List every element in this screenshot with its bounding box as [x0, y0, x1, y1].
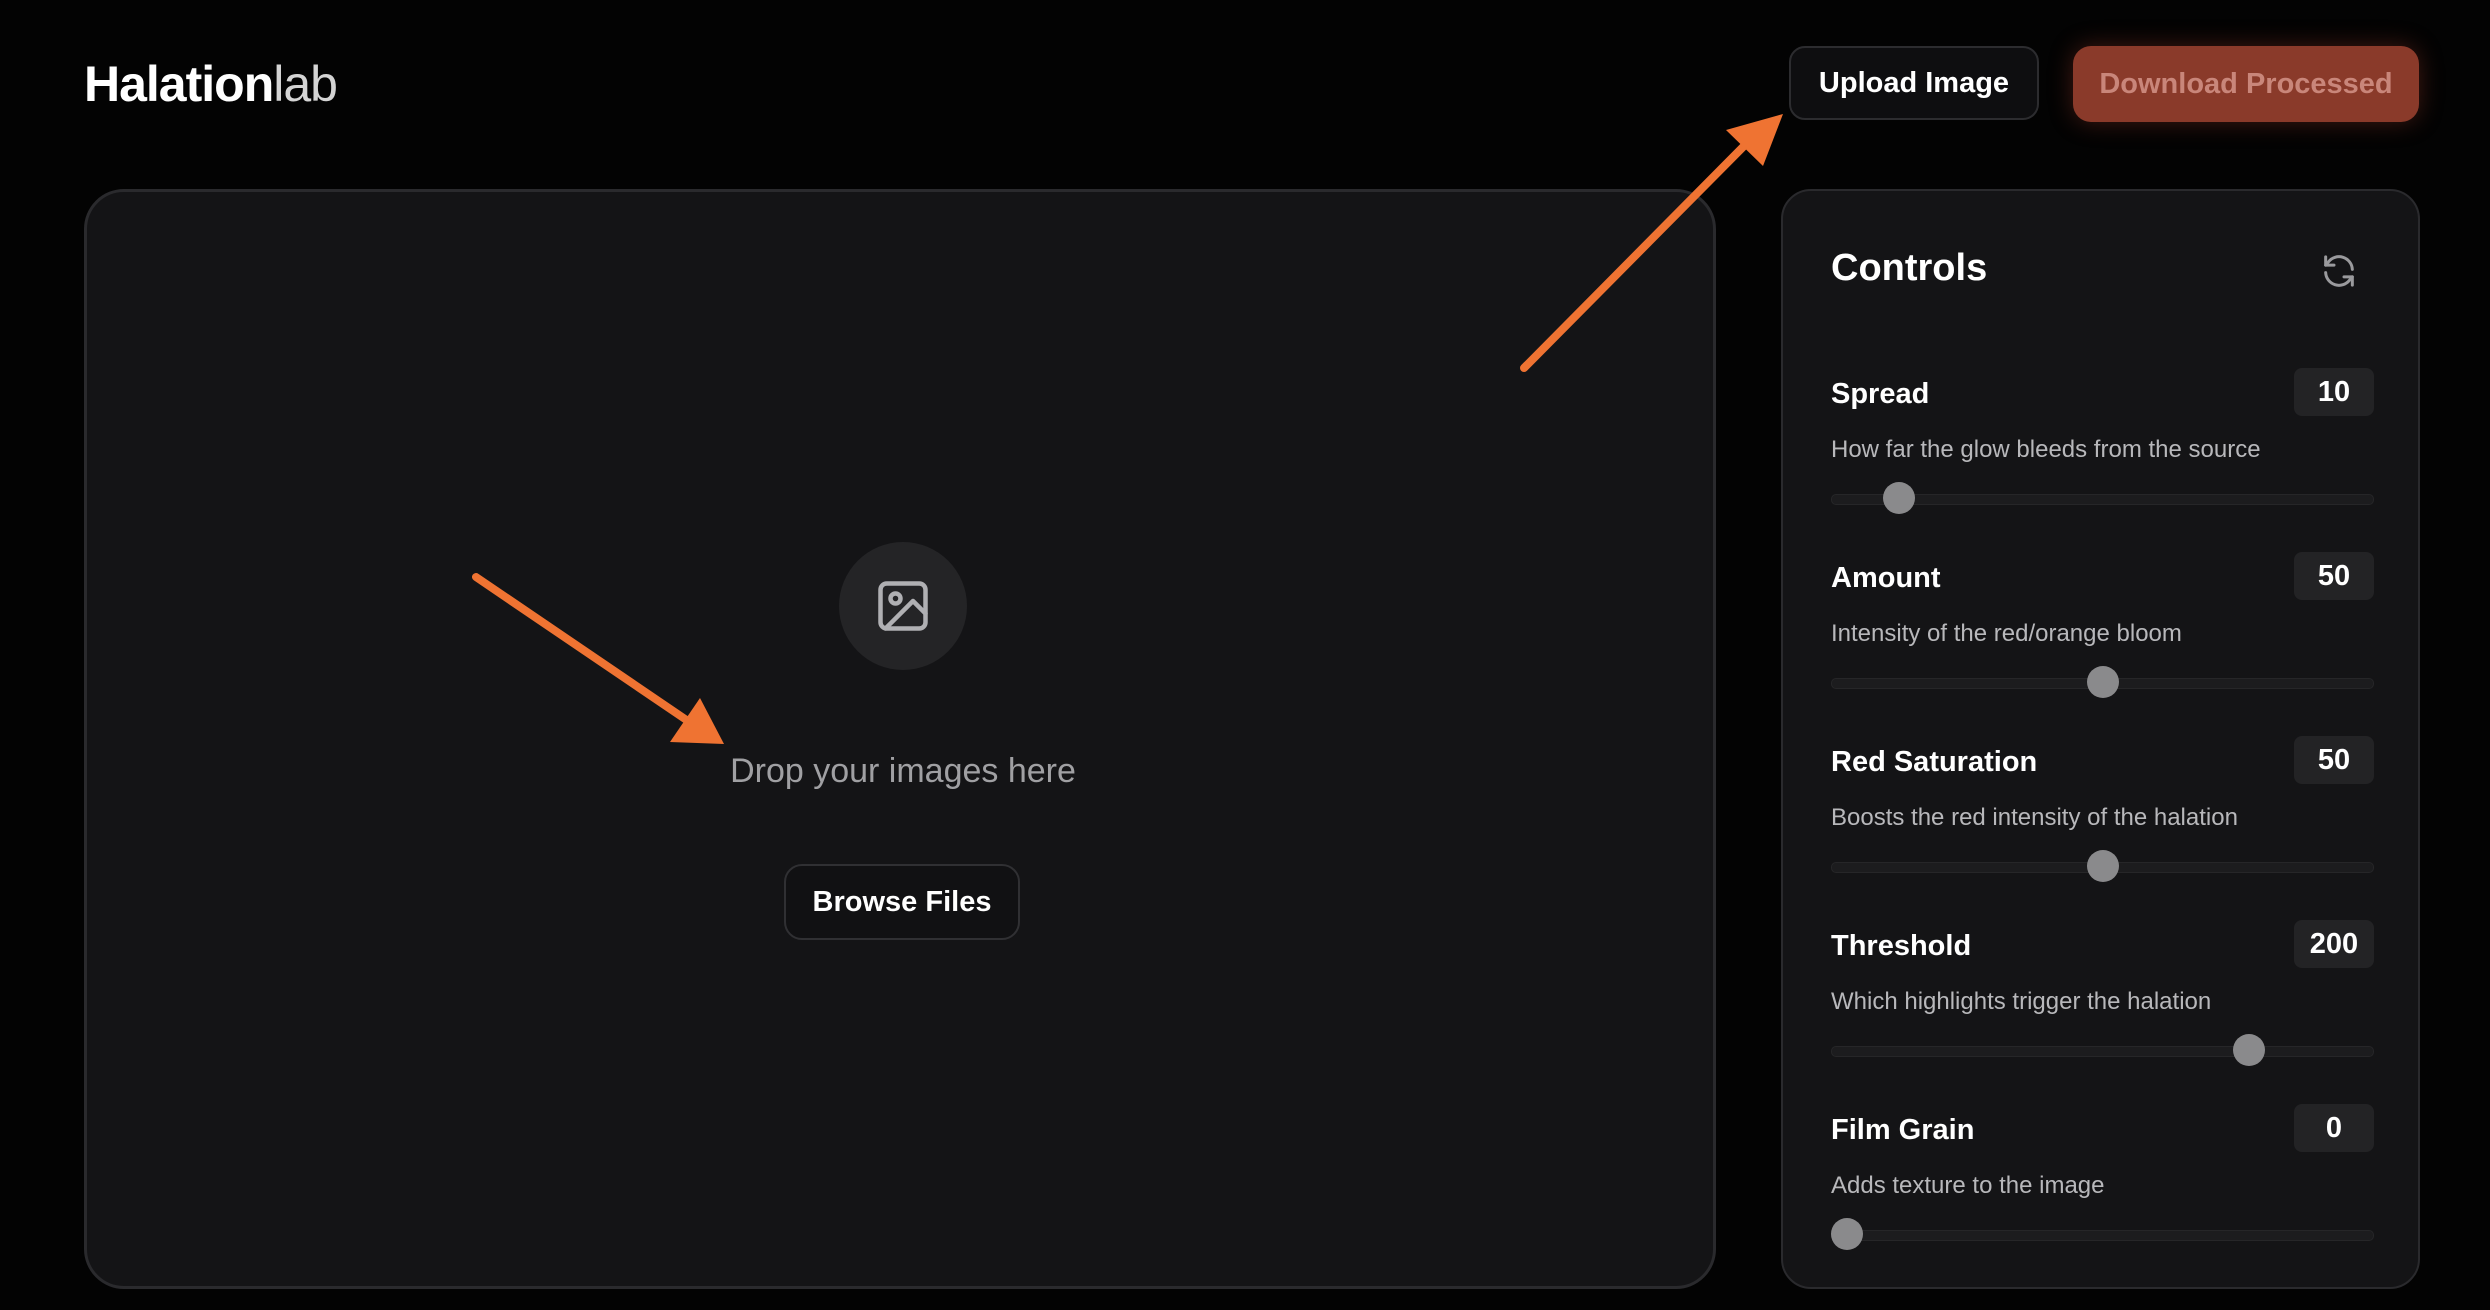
- app-root: Halationlab Upload Image Download Proces…: [0, 0, 2490, 1310]
- spread-slider[interactable]: [1831, 480, 2374, 516]
- control-value[interactable]: 200: [2294, 920, 2374, 968]
- control-description: How far the glow bleeds from the source: [1831, 436, 2261, 463]
- control-value[interactable]: 50: [2294, 552, 2374, 600]
- app-logo: Halationlab: [84, 54, 338, 114]
- control-value[interactable]: 50: [2294, 736, 2374, 784]
- control-amount: Amount 50 Intensity of the red/orange bl…: [1831, 552, 2374, 722]
- control-description: Which highlights trigger the halation: [1831, 988, 2212, 1015]
- image-placeholder: [839, 542, 967, 670]
- control-label: Red Saturation: [1831, 746, 2038, 778]
- upload-image-button[interactable]: Upload Image: [1789, 46, 2039, 120]
- controls-title: Controls: [1831, 247, 1988, 289]
- control-label: Film Grain: [1831, 1114, 1975, 1146]
- control-film-grain: Film Grain 0 Adds texture to the image: [1831, 1104, 2374, 1274]
- control-threshold: Threshold 200 Which highlights trigger t…: [1831, 920, 2374, 1090]
- control-value[interactable]: 10: [2294, 368, 2374, 416]
- control-label: Threshold: [1831, 930, 1972, 962]
- controls-panel: Controls Spread 10 How far the glow blee…: [1781, 189, 2420, 1289]
- slider-thumb[interactable]: [2086, 850, 2119, 882]
- control-description: Intensity of the red/orange bloom: [1831, 620, 2182, 647]
- slider-thumb[interactable]: [1831, 1218, 1864, 1250]
- control-spread: Spread 10 How far the glow bleeds from t…: [1831, 368, 2374, 538]
- slider-thumb[interactable]: [2086, 666, 2119, 698]
- slider-track: [1831, 1046, 2374, 1057]
- refresh-icon: [2324, 255, 2354, 287]
- slider-track: [1831, 1230, 2374, 1241]
- amount-slider[interactable]: [1831, 664, 2374, 700]
- reset-controls-button[interactable]: [2317, 249, 2361, 293]
- image-icon: [878, 581, 928, 631]
- browse-files-button[interactable]: Browse Files: [784, 864, 1020, 940]
- slider-thumb[interactable]: [1882, 482, 1915, 514]
- control-label: Spread: [1831, 378, 1930, 410]
- slider-thumb[interactable]: [2233, 1034, 2266, 1066]
- red-saturation-slider[interactable]: [1831, 848, 2374, 884]
- film-grain-slider[interactable]: [1831, 1216, 2374, 1252]
- logo-light-text: lab: [273, 56, 338, 112]
- control-value[interactable]: 0: [2294, 1104, 2374, 1152]
- image-drop-zone[interactable]: Drop your images here Browse Files: [84, 189, 1716, 1289]
- threshold-slider[interactable]: [1831, 1032, 2374, 1068]
- control-description: Adds texture to the image: [1831, 1172, 2105, 1199]
- control-description: Boosts the red intensity of the halation: [1831, 804, 2238, 831]
- download-processed-button[interactable]: Download Processed: [2073, 46, 2419, 122]
- logo-bold-text: Halation: [84, 56, 274, 112]
- drop-instructions: Drop your images here: [730, 752, 1076, 790]
- control-red-saturation: Red Saturation 50 Boosts the red intensi…: [1831, 736, 2374, 906]
- control-label: Amount: [1831, 562, 1941, 594]
